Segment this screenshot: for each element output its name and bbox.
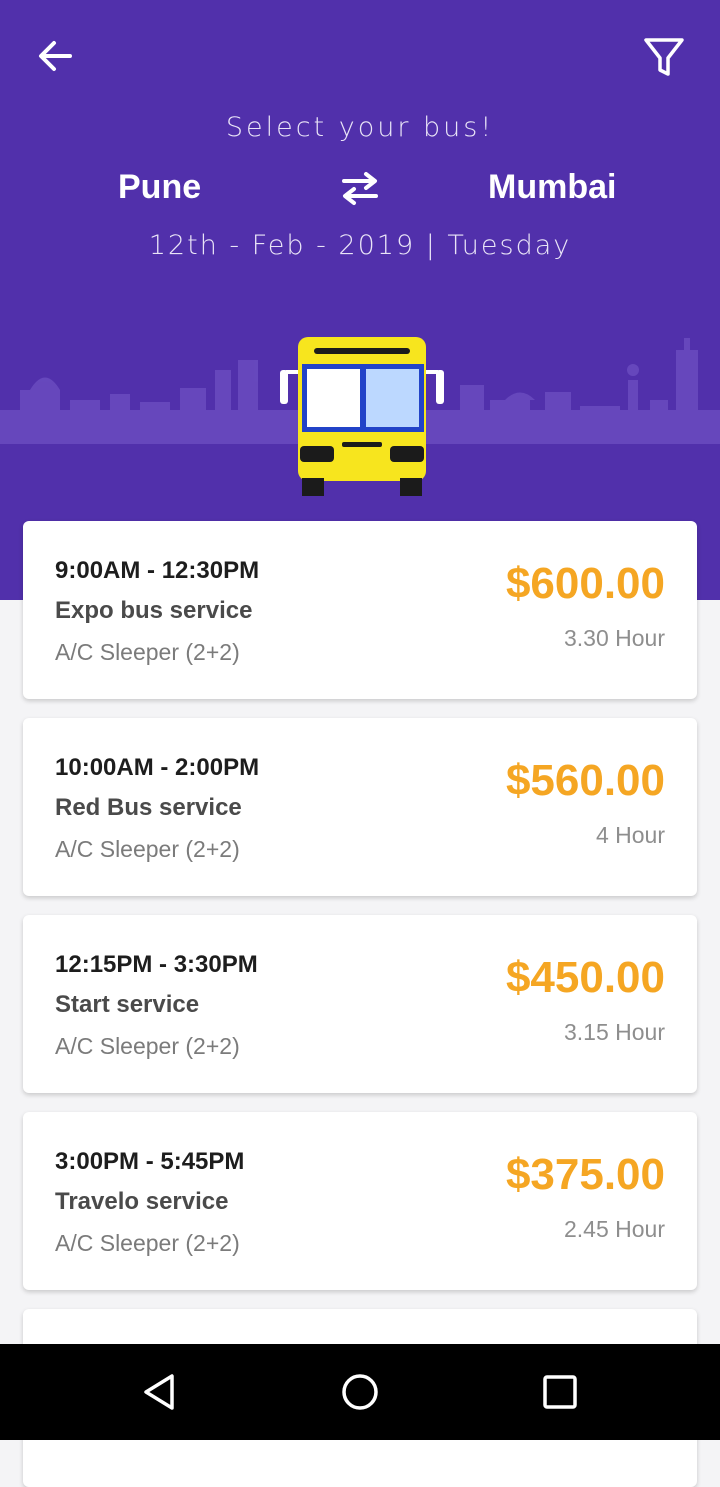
bus-front-illustration: [280, 337, 444, 496]
bus-seat-type: A/C Sleeper (2+2): [55, 1033, 240, 1059]
swap-cities-button[interactable]: [338, 170, 382, 206]
page-subtitle: Select your bus!: [225, 112, 495, 143]
nav-back-icon: [144, 1374, 174, 1410]
bus-seat-type: A/C Sleeper (2+2): [55, 1230, 240, 1256]
bus-price: $560.00: [505, 756, 665, 805]
bus-operator: Start service: [55, 991, 200, 1018]
bus-time: 3:00PM - 5:45PM: [55, 1148, 245, 1175]
bus-duration: 4 Hour: [595, 822, 665, 848]
nav-recents-button[interactable]: [538, 1370, 582, 1414]
bus-card[interactable]: 9:00AM - 12:30PM Expo bus service A/C Sl…: [23, 521, 697, 699]
bus-card[interactable]: 12:15PM - 3:30PM Start service A/C Sleep…: [23, 915, 697, 1093]
swap-arrows-icon: [342, 172, 378, 205]
bus-price: $450.00: [505, 953, 665, 1002]
bus-duration: 3.15 Hour: [563, 1019, 665, 1045]
bus-price: $375.00: [505, 1150, 665, 1199]
nav-back-button[interactable]: [138, 1370, 182, 1414]
bus-operator: Expo bus service: [55, 597, 253, 624]
bus-time: 10:00AM - 2:00PM: [55, 754, 260, 781]
from-city[interactable]: Pune: [118, 168, 201, 207]
back-button[interactable]: [32, 36, 80, 76]
bus-time: 12:15PM - 3:30PM: [55, 951, 258, 978]
header: Select your bus! Pune Mumbai 12th - Feb …: [0, 0, 720, 600]
bus-card[interactable]: 10:00AM - 2:00PM Red Bus service A/C Sle…: [23, 718, 697, 896]
system-navigation-bar: [0, 1344, 720, 1440]
nav-home-icon: [342, 1374, 378, 1410]
bus-card[interactable]: 3:00PM - 5:45PM Travelo service A/C Slee…: [23, 1112, 697, 1290]
bus-operator: Red Bus service: [55, 794, 242, 821]
bus-operator: Travelo service: [55, 1188, 229, 1215]
filter-button[interactable]: [640, 32, 688, 80]
bus-price: $600.00: [505, 559, 665, 608]
bus-time: 9:00AM - 12:30PM: [55, 557, 260, 584]
nav-home-button[interactable]: [338, 1370, 382, 1414]
to-city[interactable]: Mumbai: [488, 168, 616, 207]
travel-date: 12th - Feb - 2019 | Tuesday: [148, 230, 572, 261]
filter-icon: [644, 38, 684, 76]
bus-seat-type: A/C Sleeper (2+2): [55, 836, 240, 862]
bus-duration: 3.30 Hour: [563, 625, 665, 651]
bus-duration: 2.45 Hour: [563, 1216, 665, 1242]
arrow-left-icon: [39, 41, 72, 71]
nav-recents-icon: [543, 1375, 577, 1409]
bus-seat-type: A/C Sleeper (2+2): [55, 639, 240, 665]
